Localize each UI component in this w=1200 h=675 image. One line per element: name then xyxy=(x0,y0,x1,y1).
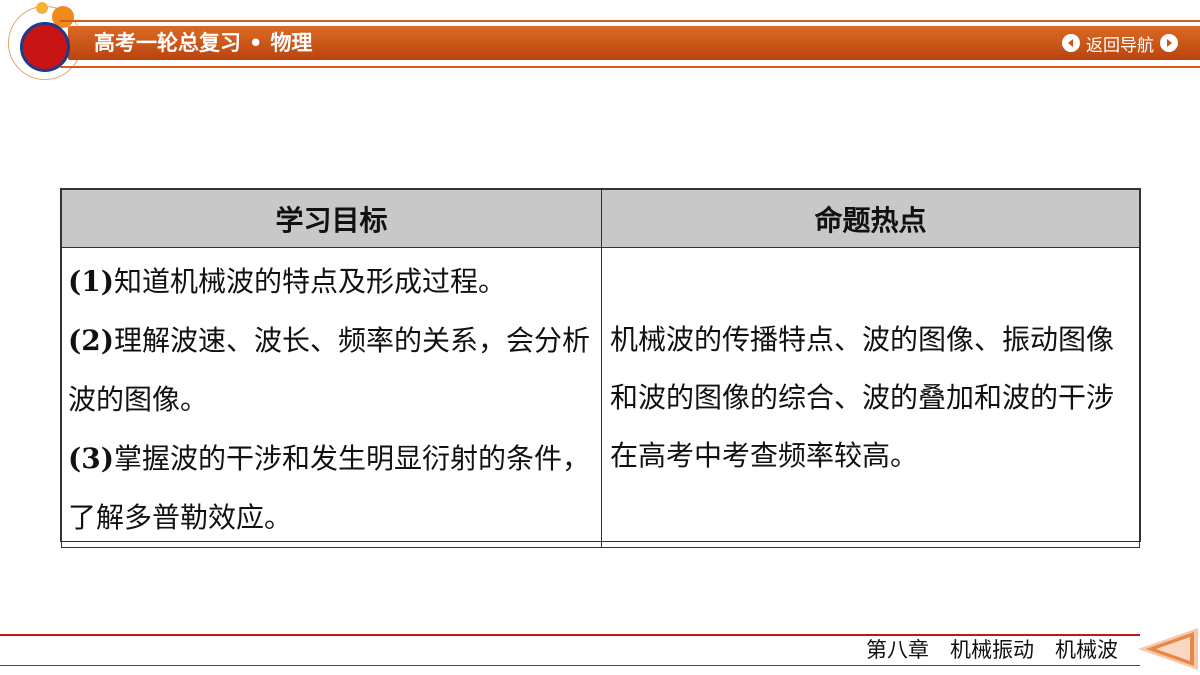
back-navigation-link[interactable]: 返回导航 xyxy=(1086,31,1154,56)
header-learning-goals: 学习目标 xyxy=(61,189,602,248)
goal-text: 理解波速、波长、频率的关系，会分析波的图像。 xyxy=(68,324,590,416)
footer-line-thin xyxy=(0,665,1140,666)
logo-dot-small xyxy=(36,2,48,14)
nav-prev-icon[interactable] xyxy=(1062,34,1080,52)
nav-next-icon[interactable] xyxy=(1160,34,1178,52)
header-exam-hotspots: 命题热点 xyxy=(601,189,1140,248)
learning-goals-cell: (1)知道机械波的特点及形成过程。 (2)理解波速、波长、频率的关系，会分析波的… xyxy=(61,247,602,548)
goal-text: 掌握波的干涉和发生明显衍射的条件，了解多普勒效应。 xyxy=(68,442,590,534)
header-title: 高考一轮总复习 • 物理 xyxy=(94,28,312,58)
course-title: 高考一轮总复习 xyxy=(94,31,241,55)
logo xyxy=(20,22,70,72)
chapter-label: 第八章 机械振动 机械波 xyxy=(866,638,1118,662)
goal-item: (1)知道机械波的特点及形成过程。 xyxy=(68,252,593,311)
goal-number: (1) xyxy=(68,265,114,298)
header-under-line xyxy=(60,66,1200,68)
header-top-line xyxy=(60,20,1200,22)
exam-hotspots-cell: 机械波的传播特点、波的图像、振动图像和波的图像的综合、波的叠加和波的干涉在高考中… xyxy=(601,247,1140,548)
objectives-table: 学习目标 命题热点 (1)知道机械波的特点及形成过程。 (2)理解波速、波长、频… xyxy=(60,188,1141,548)
subject-title: 物理 xyxy=(270,31,313,55)
back-arrow-icon[interactable] xyxy=(1136,626,1200,672)
title-bullet: • xyxy=(249,31,263,55)
nav-group: 返回导航 xyxy=(1062,28,1178,58)
goal-item: (2)理解波速、波长、频率的关系，会分析波的图像。 xyxy=(68,311,593,429)
goal-number: (3) xyxy=(68,442,114,475)
goal-text: 知道机械波的特点及形成过程。 xyxy=(113,265,506,298)
goal-item: (3)掌握波的干涉和发生明显衍射的条件，了解多普勒效应。 xyxy=(68,429,593,547)
goal-number: (2) xyxy=(68,324,114,357)
